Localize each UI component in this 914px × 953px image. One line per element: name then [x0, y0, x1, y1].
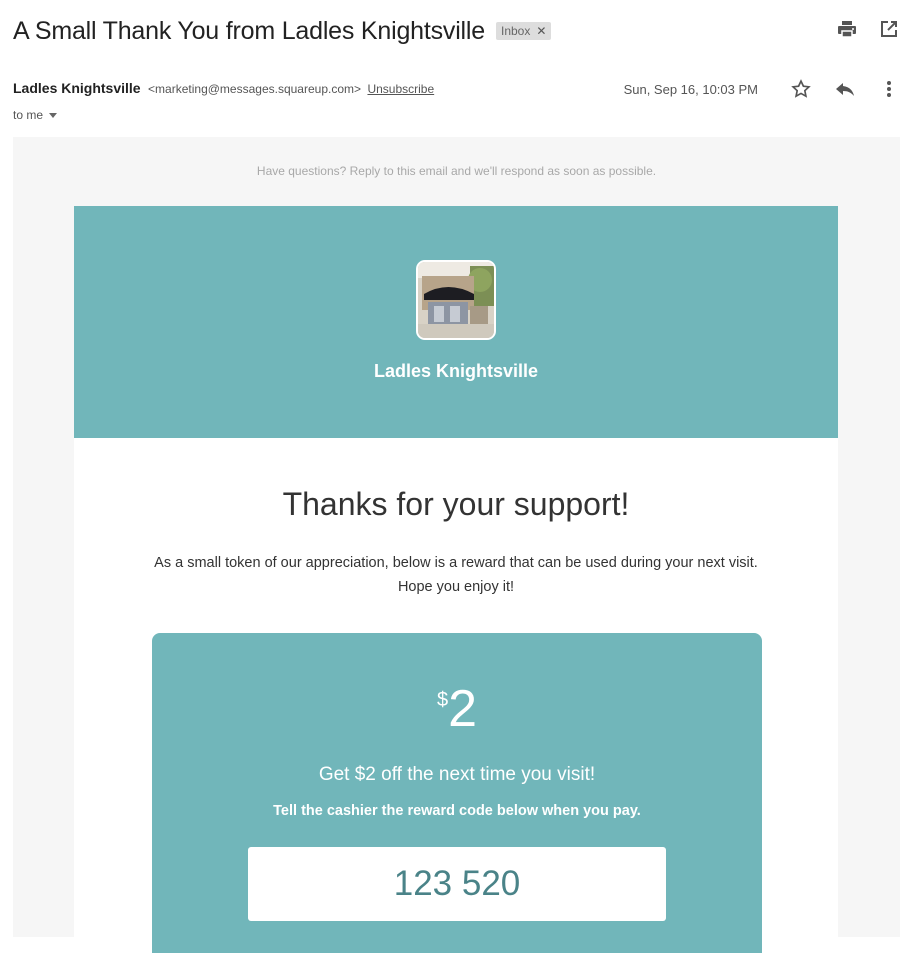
inbox-label[interactable]: Inbox ✕	[495, 22, 552, 40]
sender-row: Ladles Knightsville <marketing@messages.…	[13, 78, 900, 102]
recipient-text: to me	[13, 108, 44, 122]
amount-value: 2	[448, 680, 478, 738]
reward-instruction: Tell the cashier the reward code below w…	[273, 803, 641, 819]
reward-code: 123 520	[248, 847, 666, 921]
headline: Thanks for your support!	[282, 486, 630, 522]
appreciation-message: As a small token of our appreciation, be…	[154, 555, 758, 595]
reward-offer: Get $2 off the next time you visit!	[318, 764, 596, 785]
sender-email: <marketing@messages.squareup.com>	[148, 82, 361, 96]
unsubscribe-link[interactable]: Unsubscribe	[367, 82, 434, 96]
reward-amount: $2	[152, 683, 762, 735]
print-icon[interactable]	[836, 18, 858, 40]
caret-down-icon	[49, 112, 58, 118]
reply-icon[interactable]	[834, 78, 856, 100]
message-actions	[790, 78, 900, 100]
open-in-new-window-icon[interactable]	[878, 18, 900, 40]
email-card: Ladles Knightsville Thanks for your supp…	[74, 206, 838, 953]
email-body: Have questions? Reply to this email and …	[13, 137, 900, 953]
reward-panel: $2 Get $2 off the next time you visit! T…	[152, 633, 762, 953]
business-name: Ladles Knightsville	[373, 361, 539, 381]
business-logo	[416, 260, 496, 340]
header-banner: Ladles Knightsville	[74, 206, 838, 438]
message-date: Sun, Sep 16, 10:03 PM	[623, 82, 758, 97]
thread-actions	[836, 18, 900, 40]
preheader-text: Have questions? Reply to this email and …	[256, 164, 657, 178]
star-icon[interactable]	[790, 78, 812, 100]
sender-name: Ladles Knightsville	[13, 80, 141, 96]
subject-row: A Small Thank You from Ladles Knightsvil…	[13, 14, 900, 48]
inbox-label-text: Inbox	[500, 24, 531, 38]
recipient-details[interactable]: to me	[13, 108, 58, 122]
close-icon[interactable]: ✕	[536, 24, 546, 38]
email-subject: A Small Thank You from Ladles Knightsvil…	[13, 16, 485, 45]
currency-symbol: $	[436, 689, 449, 711]
more-vertical-icon[interactable]	[878, 78, 900, 100]
